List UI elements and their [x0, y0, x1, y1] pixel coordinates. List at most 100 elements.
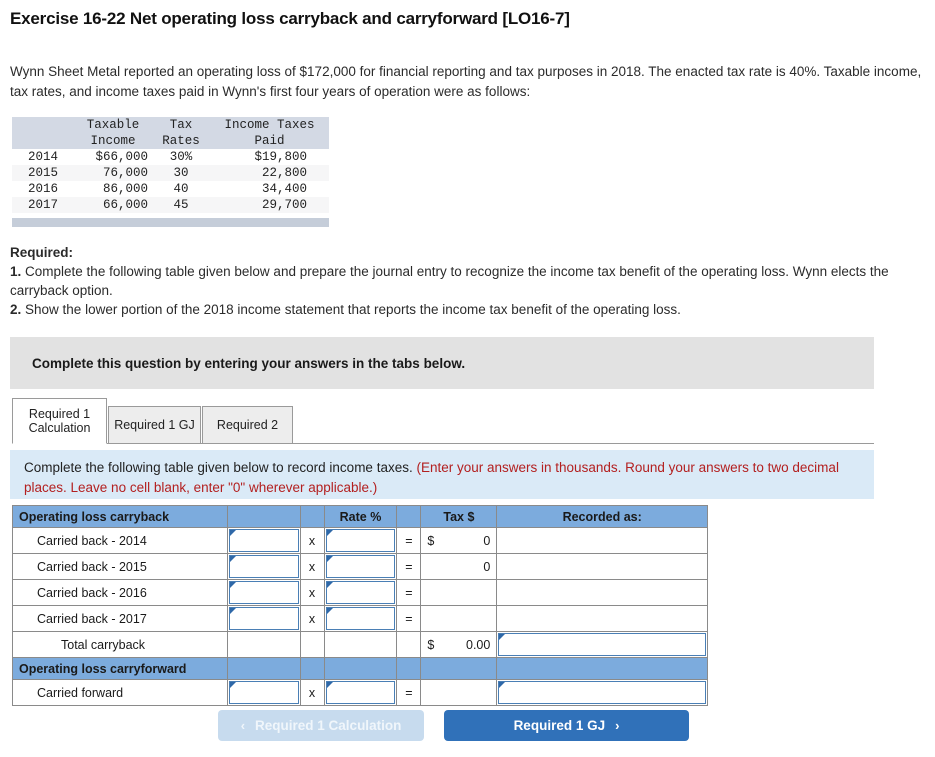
given-header-taxable: Taxable — [74, 117, 152, 133]
given-cell-year: 2014 — [27, 150, 58, 164]
rate-input-2014[interactable] — [325, 529, 396, 552]
given-header-blank-1 — [12, 117, 74, 133]
section-blank-tax — [420, 657, 498, 680]
required-heading: Required: — [10, 245, 74, 260]
table-row: Carried back - 2014 x = $ 0 — [12, 527, 708, 554]
multiply-sign: x — [299, 679, 325, 706]
given-cell-income: 76,000 — [102, 166, 148, 180]
recorded-as-input-carried-forward[interactable] — [498, 681, 706, 704]
amount-input-2016[interactable] — [228, 581, 299, 604]
given-header-income-taxes: Income Taxes — [210, 117, 329, 133]
chevron-right-icon: › — [615, 718, 620, 733]
tab-instructions-banner: Complete the following table given below… — [10, 450, 874, 499]
equals-sign: = — [396, 605, 422, 632]
section-blank-rate — [323, 657, 398, 680]
col-header-operating-loss-carryback: Operating loss carryback — [12, 505, 228, 528]
rate-input-2015[interactable] — [325, 555, 396, 578]
required-item-1-text: Complete the following table given below… — [10, 264, 889, 298]
required-item-2-text: Show the lower portion of the 2018 incom… — [25, 302, 681, 317]
tab-label: Required 2 — [216, 418, 279, 432]
given-header-row-2: Income Rates Paid — [12, 133, 329, 149]
given-header-tax: Tax — [152, 117, 210, 133]
rate-input-2016[interactable] — [325, 581, 396, 604]
given-cell-rate: 40 — [173, 182, 189, 196]
col-header-tax: Tax $ — [420, 505, 498, 528]
next-tab-label: Required 1 GJ — [513, 718, 606, 733]
required-item-1-number: 1. — [10, 264, 22, 279]
given-cell-year: 2015 — [27, 166, 58, 180]
equals-sign: = — [396, 679, 422, 706]
given-cell-rate: 30% — [169, 150, 193, 164]
given-data-table: Taxable Tax Income Taxes Income Rates Pa… — [12, 117, 329, 227]
table-row: Carried back - 2017 x = — [12, 605, 708, 632]
rate-input-carried-forward[interactable] — [325, 681, 396, 704]
row-label-carried-back-2014: Carried back - 2014 — [12, 527, 228, 554]
given-cell-paid: 22,800 — [261, 166, 307, 180]
required-section: Required: 1. Complete the following tabl… — [10, 243, 928, 319]
table-row: 2014 $66,000 30% $19,800 — [12, 149, 329, 165]
section-blank-recorded — [496, 657, 708, 680]
section-blank-amount — [226, 657, 301, 680]
page-title: Exercise 16-22 Net operating loss carryb… — [10, 9, 570, 28]
row-label-carried-back-2016: Carried back - 2016 — [12, 579, 228, 606]
col-header-equals — [396, 505, 422, 528]
tab-required-2[interactable]: Required 2 — [202, 406, 293, 444]
multiply-sign: x — [299, 579, 325, 606]
col-header-amount — [226, 505, 301, 528]
recorded-as-2017 — [496, 605, 708, 632]
given-cell-rate: 45 — [173, 198, 189, 212]
given-cell-income: 66,000 — [102, 198, 148, 212]
col-header-rate: Rate % — [323, 505, 398, 528]
amount-input-carried-forward[interactable] — [228, 681, 299, 704]
section-blank-multiply — [299, 657, 325, 680]
answer-table: Operating loss carryback Rate % Tax $ Re… — [12, 505, 708, 706]
tax-dollar-sign: $ — [427, 637, 435, 652]
amount-input-2015[interactable] — [228, 555, 299, 578]
prev-tab-button[interactable]: ‹ Required 1 Calculation — [218, 710, 424, 741]
multiply-sign: x — [299, 605, 325, 632]
tab-required-1-calculation[interactable]: Required 1 Calculation — [12, 398, 107, 444]
next-tab-button[interactable]: Required 1 GJ › — [444, 710, 689, 741]
answer-table-section-header: Operating loss carryforward — [12, 657, 708, 680]
recorded-as-2015 — [496, 553, 708, 580]
instructions-banner: Complete this question by entering your … — [10, 337, 874, 389]
equals-sign: = — [396, 527, 422, 554]
row-label-total-carryback: Total carryback — [12, 631, 228, 658]
given-header-paid: Paid — [210, 133, 329, 149]
tax-value-total: 0.00 — [466, 637, 491, 652]
total-rate-cell — [323, 631, 398, 658]
instructions-banner-text: Complete this question by entering your … — [32, 355, 466, 371]
table-row: 2017 66,000 45 29,700 — [12, 197, 329, 213]
given-header-income: Income — [74, 133, 152, 149]
row-label-carried-back-2015: Carried back - 2015 — [12, 553, 228, 580]
tab-required-1-gj[interactable]: Required 1 GJ — [108, 406, 201, 444]
equals-sign — [396, 631, 422, 658]
amount-input-2014[interactable] — [228, 529, 299, 552]
given-cell-income: $66,000 — [95, 150, 148, 164]
given-cell-paid: 29,700 — [261, 198, 307, 212]
recorded-as-2016 — [496, 579, 708, 606]
table-row: Carried forward x = — [12, 679, 708, 706]
chevron-left-icon: ‹ — [240, 718, 246, 733]
tab-instructions-main: Complete the following table given below… — [24, 460, 413, 475]
equals-sign: = — [396, 553, 422, 580]
given-header-rates: Rates — [152, 133, 210, 149]
given-cell-year: 2017 — [27, 198, 58, 212]
table-row: Carried back - 2016 x = — [12, 579, 708, 606]
table-row: Total carryback $ 0.00 — [12, 631, 708, 658]
amount-input-2017[interactable] — [228, 607, 299, 630]
section-label-operating-loss-carryforward: Operating loss carryforward — [12, 657, 228, 680]
recorded-as-input-total[interactable] — [498, 633, 706, 656]
intro-paragraph: Wynn Sheet Metal reported an operating l… — [10, 64, 922, 99]
rate-input-2017[interactable] — [325, 607, 396, 630]
tab-label: Required 1 GJ — [114, 418, 195, 432]
prev-tab-label: Required 1 Calculation — [255, 718, 402, 733]
equals-sign: = — [396, 579, 422, 606]
tax-value-2014: 0 — [483, 533, 491, 548]
section-blank-equals — [396, 657, 422, 680]
exercise-page: Exercise 16-22 Net operating loss carryb… — [0, 0, 935, 757]
row-label-carried-forward: Carried forward — [12, 679, 228, 706]
given-cell-rate: 30 — [173, 166, 189, 180]
given-cell-paid: $19,800 — [254, 150, 307, 164]
tax-dollar-sign: $ — [427, 533, 435, 548]
